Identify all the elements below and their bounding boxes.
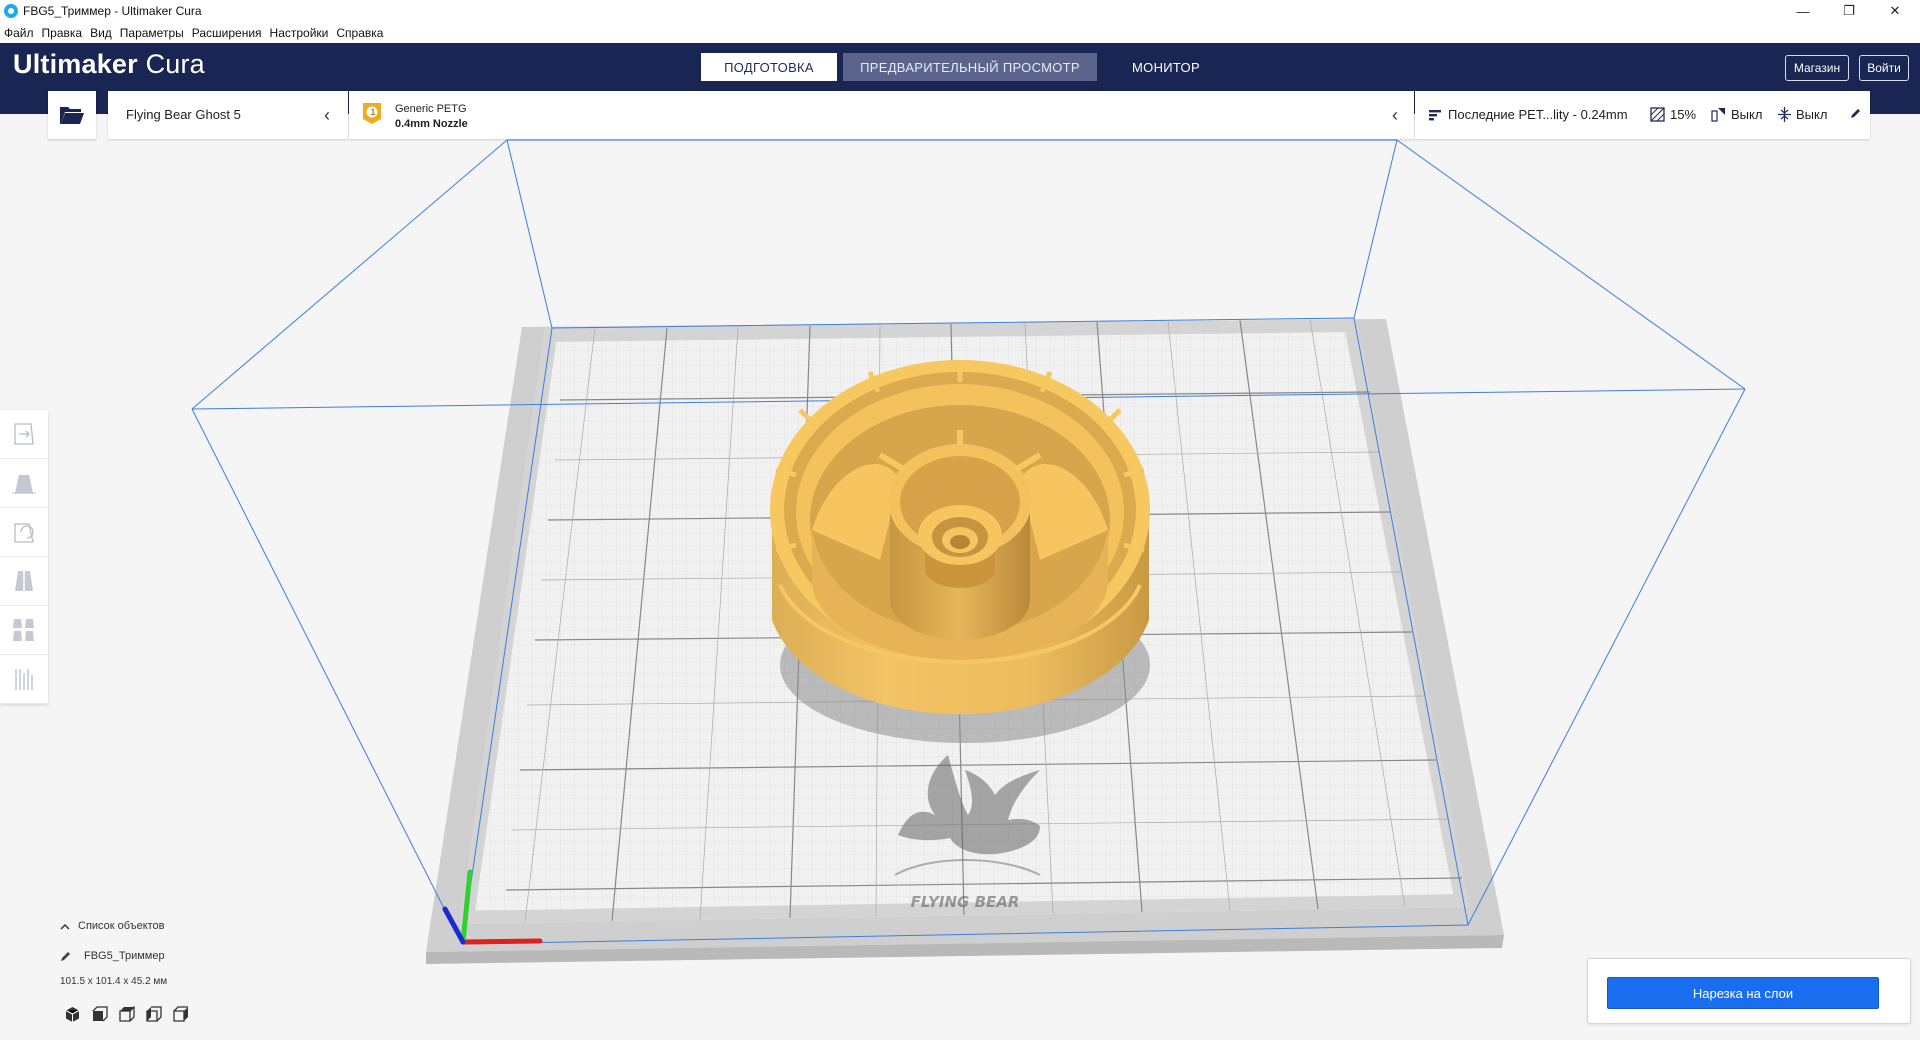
support-value: Выкл — [1731, 107, 1763, 122]
mirror-icon — [15, 569, 33, 593]
ultimaker-cura-logo: Ultimaker Cura — [13, 49, 205, 80]
nozzle-size: 0.4mm Nozzle — [395, 118, 468, 130]
view-right-icon[interactable] — [172, 1006, 189, 1023]
profile-icon — [1429, 109, 1441, 120]
adhesion-value: Выкл — [1796, 107, 1828, 122]
extruder-index: 1 — [370, 107, 376, 117]
marketplace-button[interactable]: Магазин — [1785, 55, 1849, 81]
logo-bold: Ultimaker — [13, 49, 138, 79]
support-icon — [1711, 108, 1725, 122]
pencil-icon — [1851, 109, 1860, 118]
tab-preview[interactable]: ПРЕДВАРИТЕЛЬНЫЙ ПРОСМОТР — [843, 53, 1097, 81]
menu-help[interactable]: Справка — [332, 26, 387, 40]
move-tool[interactable] — [0, 410, 48, 459]
view-front-icon[interactable] — [91, 1006, 108, 1023]
close-button[interactable]: ✕ — [1872, 0, 1918, 22]
folder-open-icon — [60, 107, 84, 124]
object-dimensions: 101.5 x 101.4 x 45.2 мм — [60, 976, 168, 987]
pencil-icon — [61, 952, 70, 961]
window-title-bar[interactable]: FBG5_Триммер - Ultimaker Cura — ❐ ✕ — [0, 0, 1920, 22]
restore-button[interactable]: ❐ — [1826, 0, 1872, 22]
sign-in-button[interactable]: Войти — [1859, 55, 1909, 81]
cura-app-icon — [4, 4, 18, 18]
logo-light: Cura — [145, 49, 205, 79]
slice-button[interactable]: Нарезка на слои — [1607, 977, 1879, 1009]
infill-value: 15% — [1670, 107, 1697, 122]
print-settings-selector[interactable]: Последние PET...lity - 0.24mm 15% Выкл В… — [1415, 91, 1870, 139]
rotate-icon — [14, 523, 34, 543]
3d-viewport[interactable]: FLYING BEAR — [0, 0, 1920, 1040]
menu-settings[interactable]: Параметры — [116, 26, 188, 40]
per-model-settings-icon — [13, 619, 34, 641]
minimize-button[interactable]: — — [1780, 0, 1826, 22]
adhesion-icon — [1778, 107, 1791, 122]
stage-tabs: ПОДГОТОВКА ПРЕДВАРИТЕЛЬНЫЙ ПРОСМОТР МОНИ… — [701, 53, 1229, 81]
object-list-toggle[interactable]: Список объектов — [60, 920, 165, 932]
infill-item: 15% — [1650, 107, 1696, 122]
window-title: FBG5_Триммер - Ultimaker Cura — [23, 4, 202, 18]
tab-monitor[interactable]: МОНИТОР — [1103, 53, 1229, 81]
object-list-header: Список объектов — [78, 920, 165, 932]
support-item: Выкл — [1711, 107, 1762, 122]
material-name: Generic PETG — [395, 103, 467, 115]
printer-selector[interactable]: Flying Bear Ghost 5 ‹ — [108, 91, 348, 139]
edit-settings-button[interactable] — [1850, 107, 1862, 119]
adhesion-item: Выкл — [1778, 107, 1827, 122]
menu-bar: Файл Правка Вид Параметры Расширения Нас… — [0, 22, 1920, 43]
menu-preferences[interactable]: Настройки — [266, 26, 333, 40]
open-file-button[interactable] — [48, 91, 96, 139]
rotate-tool[interactable] — [0, 508, 48, 557]
profile-item: Последние PET...lity - 0.24mm — [1429, 107, 1628, 122]
infill-icon — [1650, 107, 1665, 122]
material-selector[interactable]: 1 Generic PETG 0.4mm Nozzle ‹ — [349, 91, 1414, 139]
scale-tool[interactable] — [0, 459, 48, 508]
scale-icon — [12, 475, 36, 494]
profile-name: Последние PET...lity - 0.24mm — [1448, 107, 1628, 122]
menu-view[interactable]: Вид — [86, 26, 116, 40]
menu-extensions[interactable]: Расширения — [188, 26, 266, 40]
chevron-left-icon: ‹ — [324, 105, 330, 125]
view-left-icon[interactable] — [145, 1006, 162, 1023]
support-blocker-tool[interactable] — [0, 655, 48, 704]
menu-edit[interactable]: Правка — [38, 26, 87, 40]
printer-name: Flying Bear Ghost 5 — [126, 107, 241, 122]
view-orientation-buttons — [64, 1006, 189, 1023]
view-top-icon[interactable] — [118, 1006, 135, 1023]
tab-prepare[interactable]: ПОДГОТОВКА — [701, 53, 837, 81]
menu-file[interactable]: Файл — [0, 26, 38, 40]
flying-bear-brand-text: FLYING BEAR — [911, 893, 1020, 911]
move-icon — [14, 423, 34, 445]
3d-model-fbg5-trimmer[interactable] — [770, 360, 1150, 743]
object-name-row[interactable]: FBG5_Триммер — [60, 950, 165, 962]
chevron-up-icon — [60, 923, 70, 929]
chevron-left-icon: ‹ — [1392, 105, 1398, 125]
transform-toolbar — [0, 410, 48, 704]
action-panel: Нарезка на слои — [1587, 958, 1911, 1024]
support-blocker-icon — [15, 669, 33, 690]
per-model-settings-tool[interactable] — [0, 606, 48, 655]
object-name: FBG5_Триммер — [84, 950, 165, 962]
mirror-tool[interactable] — [0, 557, 48, 606]
object-list-panel: Список объектов FBG5_Триммер 101.5 x 101… — [60, 920, 320, 1030]
view-3d-icon[interactable] — [64, 1006, 81, 1023]
